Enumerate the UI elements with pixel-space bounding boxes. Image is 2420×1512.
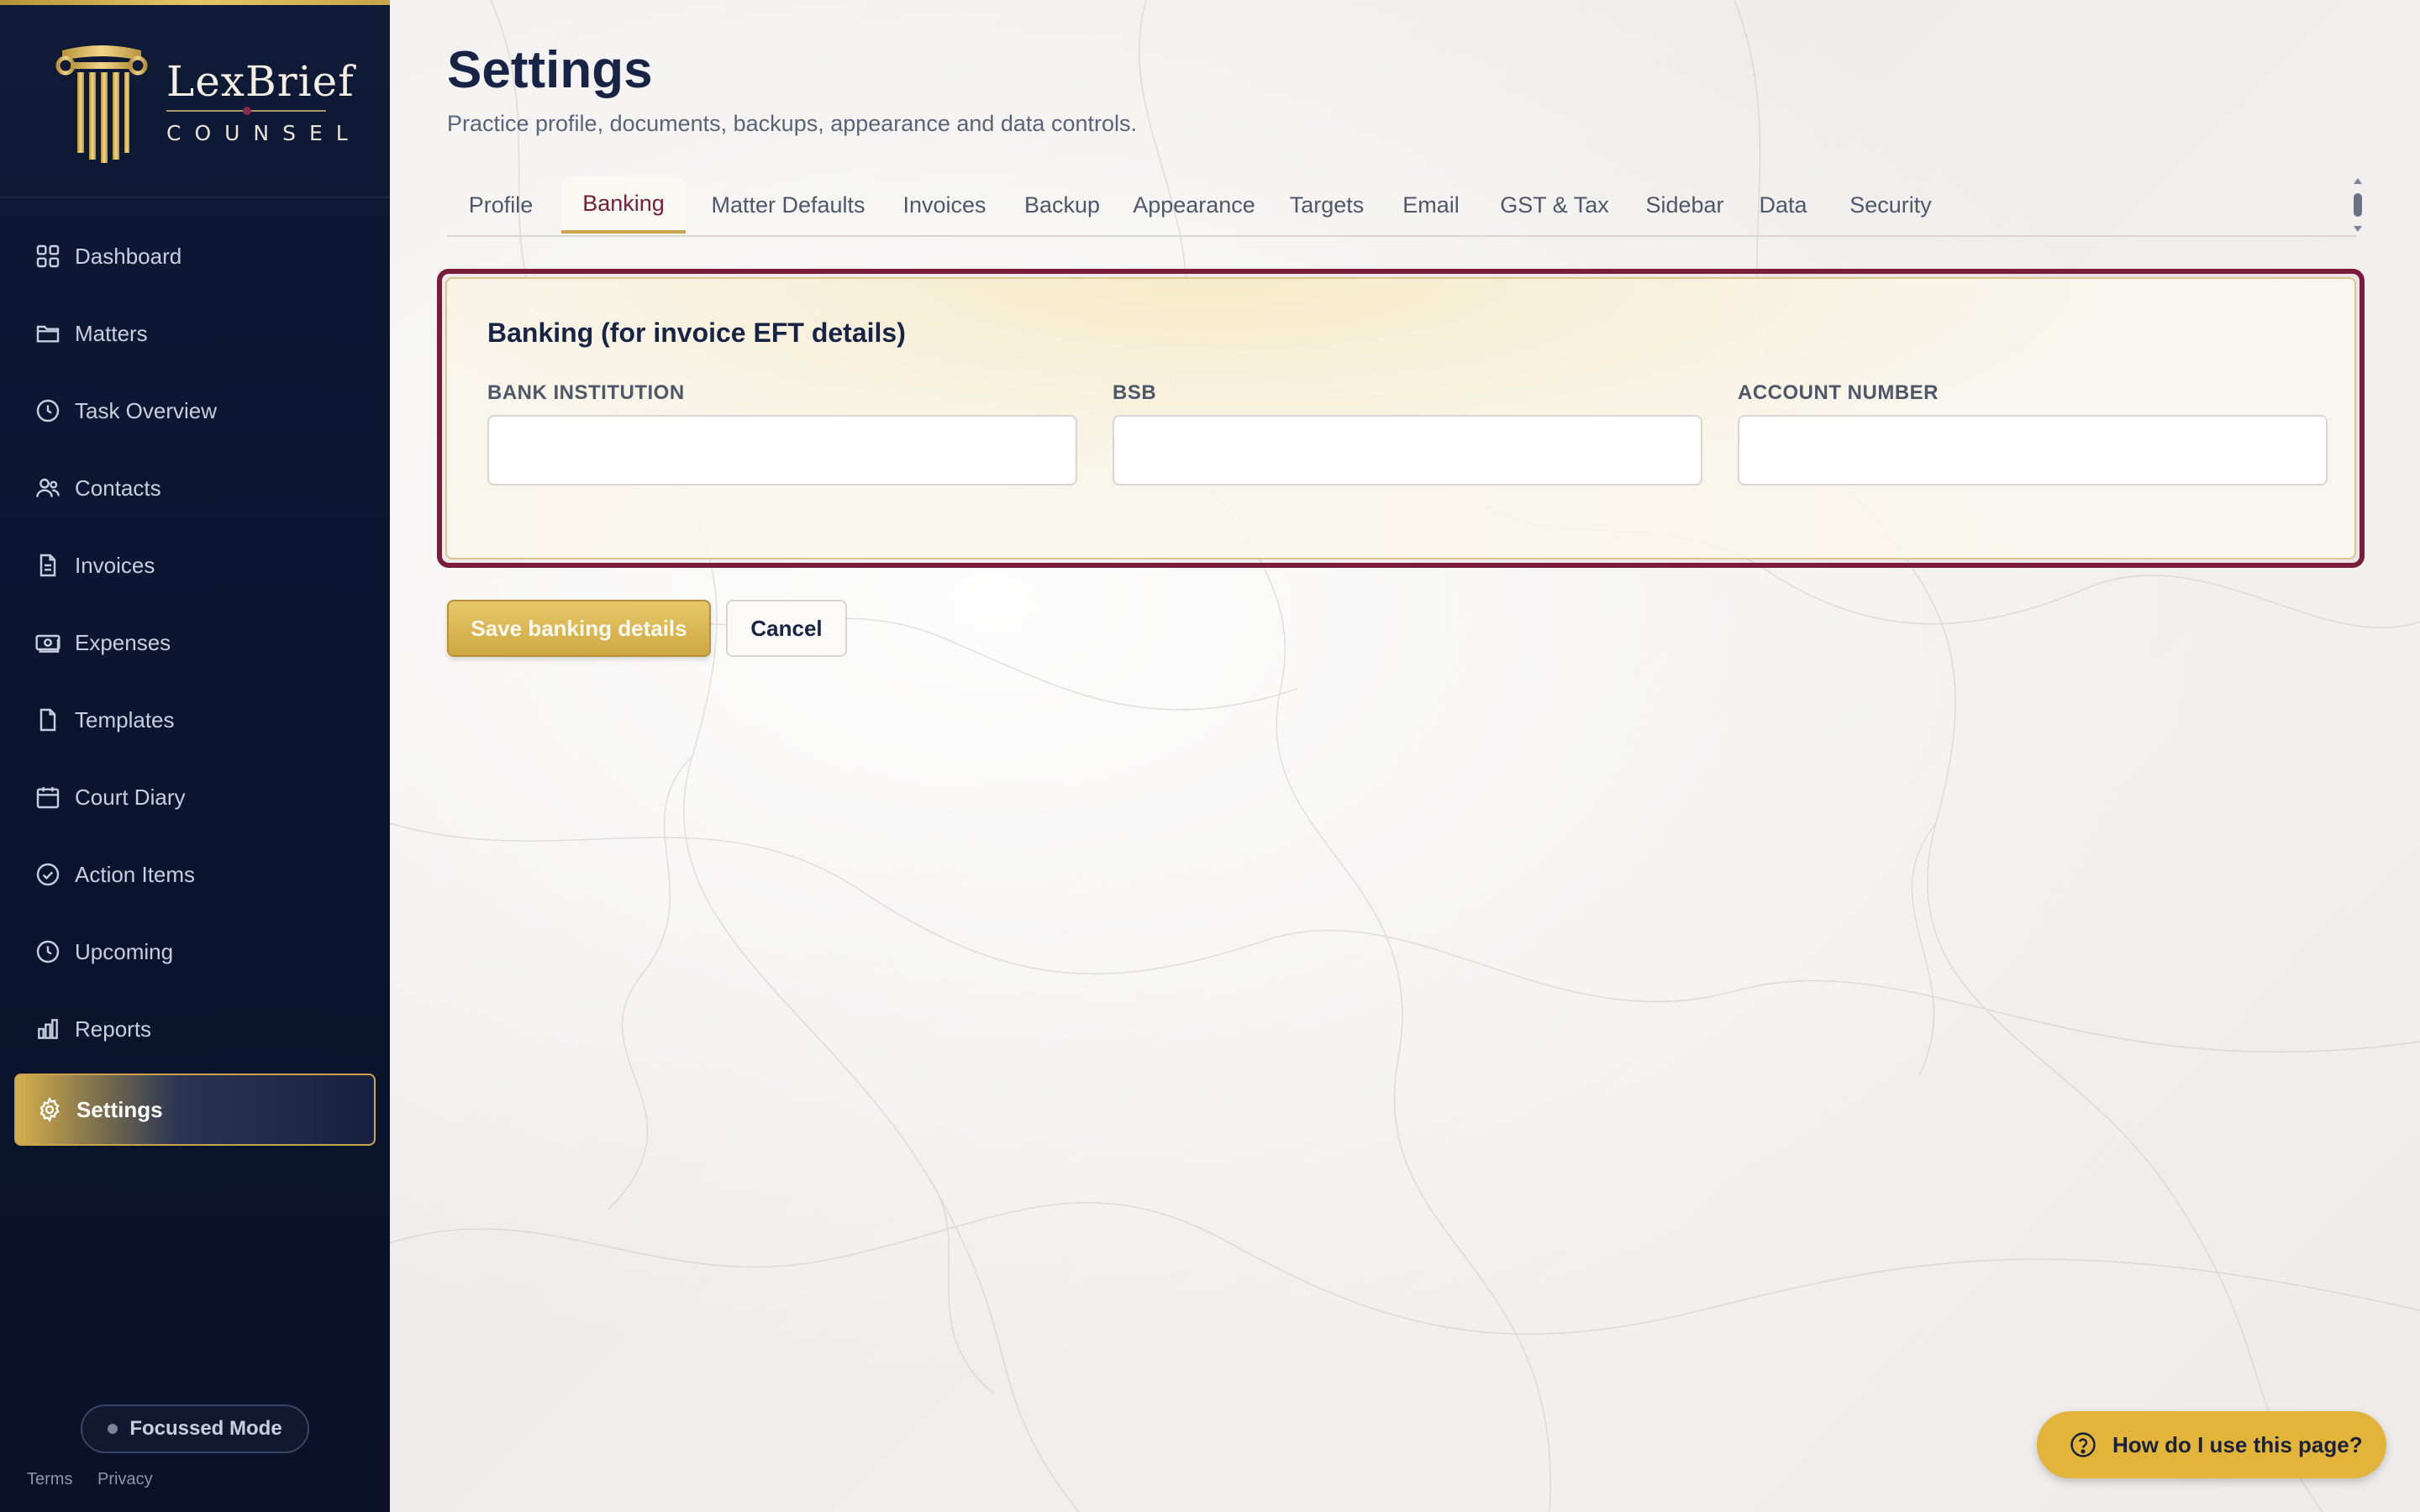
gear-icon [36, 1096, 63, 1123]
status-dot-icon [108, 1424, 118, 1434]
sidebar-item-label: Templates [75, 706, 175, 732]
sidebar-item-matters[interactable]: Matters [14, 297, 376, 370]
sidebar-item-label: Dashboard [75, 243, 182, 269]
tab-sidebar[interactable]: Sidebar [1632, 176, 1738, 234]
account-number-input[interactable] [1738, 415, 2328, 486]
sidebar-item-label: Contacts [75, 475, 161, 501]
sidebar-item-court-diary[interactable]: Court Diary [14, 761, 376, 833]
banking-card-title: Banking (for invoice EFT details) [487, 318, 906, 348]
help-button-label: How do I use this page? [2112, 1431, 2363, 1457]
sidebar-item-label: Expenses [75, 629, 171, 655]
settings-tabs: Profile Banking Matter Defaults Invoices… [447, 173, 2356, 237]
calendar-icon [34, 784, 61, 811]
sidebar-item-invoices[interactable]: Invoices [14, 529, 376, 601]
file-icon [34, 706, 61, 733]
tab-targets[interactable]: Targets [1274, 176, 1380, 234]
check-circle-icon [34, 861, 61, 888]
sidebar-item-expenses[interactable]: Expenses [14, 606, 376, 679]
tab-profile[interactable]: Profile [447, 176, 555, 234]
tab-data[interactable]: Data [1743, 176, 1823, 234]
clock-icon [34, 397, 61, 424]
users-icon [34, 475, 61, 501]
bank-institution-label: BANK INSTITUTION [487, 381, 685, 404]
terms-link[interactable]: Terms [27, 1470, 72, 1488]
banknote-icon [34, 629, 61, 656]
sidebar-item-label: Reports [75, 1016, 152, 1042]
tab-email[interactable]: Email [1385, 176, 1477, 234]
grid-icon [34, 243, 61, 270]
sidebar-item-settings[interactable]: Settings [14, 1074, 376, 1146]
pillar-logo-icon [55, 45, 148, 163]
sidebar-item-task-overview[interactable]: Task Overview [14, 375, 376, 447]
privacy-link[interactable]: Privacy [97, 1470, 153, 1488]
focus-mode-label: Focussed Mode [129, 1417, 282, 1440]
bank-institution-input[interactable] [487, 415, 1077, 486]
sidebar-item-dashboard[interactable]: Dashboard [14, 220, 376, 292]
tab-invoices[interactable]: Invoices [886, 176, 1003, 234]
sidebar-item-reports[interactable]: Reports [14, 993, 376, 1065]
tab-security[interactable]: Security [1828, 176, 1953, 234]
sidebar-item-label: Settings [76, 1096, 163, 1122]
brand-logo[interactable]: LexBrief COUNSEL [0, 5, 390, 198]
file-text-icon [34, 552, 61, 579]
account-number-label: ACCOUNT NUMBER [1738, 381, 1939, 404]
help-button[interactable]: How do I use this page? [2037, 1411, 2386, 1478]
sidebar-item-label: Upcoming [75, 938, 174, 964]
sidebar-item-action-items[interactable]: Action Items [14, 838, 376, 911]
focus-mode-toggle[interactable]: Focussed Mode [81, 1404, 309, 1453]
tab-appearance[interactable]: Appearance [1119, 176, 1269, 234]
tabs-scrollbar[interactable] [2348, 175, 2368, 235]
sidebar-item-upcoming[interactable]: Upcoming [14, 916, 376, 988]
folder-icon [34, 320, 61, 347]
question-circle-icon [2070, 1432, 2096, 1457]
bsb-label: BSB [1113, 381, 1157, 404]
sidebar-item-label: Court Diary [75, 784, 186, 810]
brand-dot [243, 107, 251, 115]
page-subtitle: Practice profile, documents, backups, ap… [447, 111, 1137, 136]
brand-name: LexBrief [166, 57, 355, 106]
banking-card-body: Banking (for invoice EFT details) BANK I… [445, 277, 2356, 559]
save-banking-button[interactable]: Save banking details [447, 600, 711, 657]
bsb-input[interactable] [1113, 415, 1702, 486]
brand-subtitle: COUNSEL [166, 121, 361, 145]
banking-card: Banking (for invoice EFT details) BANK I… [437, 269, 2365, 568]
footer-links: Terms Privacy [27, 1470, 173, 1489]
tab-banking[interactable]: Banking [561, 176, 686, 234]
main-content: Settings Practice profile, documents, ba… [390, 0, 2420, 1512]
sidebar-item-label: Invoices [75, 552, 155, 578]
sidebar: LexBrief COUNSEL Dashboard Matters Task … [0, 0, 390, 1512]
cancel-button[interactable]: Cancel [726, 600, 847, 657]
tab-gst-tax[interactable]: GST & Tax [1482, 176, 1627, 234]
tab-matter-defaults[interactable]: Matter Defaults [696, 176, 881, 234]
sidebar-item-label: Task Overview [75, 397, 218, 423]
page-title: Settings [447, 41, 653, 99]
tab-backup[interactable]: Backup [1010, 176, 1114, 234]
bar-chart-icon [34, 1016, 61, 1042]
sidebar-item-templates[interactable]: Templates [14, 684, 376, 756]
sidebar-item-label: Action Items [75, 861, 196, 887]
clock-icon [34, 938, 61, 965]
sidebar-item-contacts[interactable]: Contacts [14, 452, 376, 524]
sidebar-item-label: Matters [75, 320, 148, 346]
